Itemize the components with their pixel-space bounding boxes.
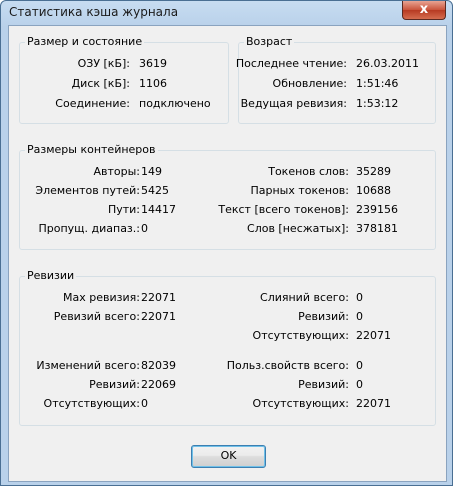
size-state-group: Размер и состояние ОЗУ [кБ]: 3619 Диск […	[19, 35, 229, 124]
revisions-group: Ревизии Max ревизия: 22071 Ревизий всего…	[19, 269, 436, 426]
revisions-total-label: Ревизий всего:	[53, 310, 140, 323]
merges-revisions-label: Ревизий:	[298, 310, 349, 323]
ok-button[interactable]: OK	[191, 445, 266, 468]
user-props-missing-label: Отсутствующих:	[252, 397, 349, 410]
user-props-total-label: Польз.свойств всего:	[226, 359, 349, 372]
text-tokens-label: Текст [всего токенов]:	[218, 203, 349, 216]
merges-total-label: Слияний всего:	[260, 291, 349, 304]
pair-tokens-label: Парных токенов:	[250, 184, 349, 197]
disk-value: 1106	[139, 77, 167, 90]
user-props-missing-value: 22071	[356, 397, 391, 410]
merges-missing-label: Отсутствующих:	[252, 329, 349, 342]
words-uncompressed-label: Слов [несжатых]:	[247, 222, 349, 235]
path-elements-value: 5425	[141, 184, 169, 197]
text-tokens-value: 239156	[356, 203, 398, 216]
close-button[interactable]: x	[402, 1, 446, 20]
connection-value: подключено	[139, 97, 211, 110]
changes-revisions-value: 22069	[141, 378, 176, 391]
group-title: Размеры контейнеров	[25, 143, 158, 157]
dialog-client-area: Размер и состояние ОЗУ [кБ]: 3619 Диск […	[8, 25, 447, 482]
path-elements-label: Элементов путей:	[35, 184, 140, 197]
word-tokens-label: Токенов слов:	[268, 165, 349, 178]
container-sizes-group: Размеры контейнеров Авторы: 149 Элементо…	[19, 143, 436, 250]
title-bar[interactable]: Статистика кэша журнала x	[1, 1, 452, 25]
update-value: 1:51:46	[356, 77, 399, 90]
group-title: Ревизии	[25, 269, 77, 283]
changes-missing-value: 0	[141, 397, 148, 410]
merges-total-value: 0	[356, 291, 363, 304]
changes-revisions-label: Ревизий:	[89, 378, 140, 391]
changes-total-label: Изменений всего:	[36, 359, 140, 372]
ram-label: ОЗУ [кБ]:	[77, 57, 130, 70]
authors-label: Авторы:	[93, 165, 140, 178]
skipped-ranges-label: Пропущ. диапаз.:	[38, 222, 140, 235]
user-props-total-value: 0	[356, 359, 363, 372]
user-props-revisions-label: Ревизий:	[298, 378, 349, 391]
group-title: Размер и состояние	[25, 35, 145, 49]
words-uncompressed-value: 378181	[356, 222, 398, 235]
update-label: Обновление:	[272, 77, 347, 90]
revisions-total-value: 22071	[141, 310, 176, 323]
changes-total-value: 82039	[141, 359, 176, 372]
last-read-value: 26.03.2011	[356, 57, 419, 70]
disk-label: Диск [кБ]:	[71, 77, 130, 90]
group-title: Возраст	[244, 35, 295, 49]
merges-missing-value: 22071	[356, 329, 391, 342]
authors-value: 149	[141, 165, 162, 178]
max-revision-value: 22071	[141, 291, 176, 304]
last-read-label: Последнее чтение:	[235, 57, 347, 70]
head-revision-label: Ведущая ревизия:	[240, 97, 347, 110]
paths-label: Пути:	[107, 203, 140, 216]
paths-value: 14417	[141, 203, 176, 216]
pair-tokens-value: 10688	[356, 184, 391, 197]
word-tokens-value: 35289	[356, 165, 391, 178]
max-revision-label: Max ревизия:	[63, 291, 140, 304]
dialog-window: Статистика кэша журнала x Размер и состо…	[0, 0, 453, 486]
close-icon: x	[419, 2, 429, 17]
merges-revisions-value: 0	[356, 310, 363, 323]
ok-button-label: OK	[220, 449, 237, 462]
user-props-revisions-value: 0	[356, 378, 363, 391]
changes-missing-label: Отсутствующих:	[43, 397, 140, 410]
head-revision-value: 1:53:12	[356, 97, 399, 110]
age-group: Возраст Последнее чтение: 26.03.2011 Обн…	[235, 35, 436, 124]
skipped-ranges-value: 0	[141, 222, 148, 235]
window-title: Статистика кэша журнала	[9, 5, 179, 19]
ram-value: 3619	[139, 57, 167, 70]
connection-label: Соединение:	[55, 97, 130, 110]
